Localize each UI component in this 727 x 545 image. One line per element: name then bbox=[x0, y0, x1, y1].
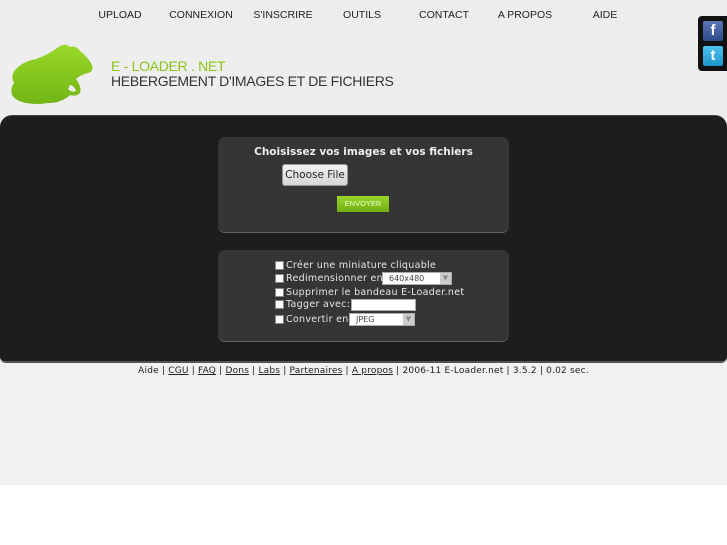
facebook-icon[interactable]: f bbox=[703, 21, 723, 41]
convert-label: Convertir en bbox=[286, 314, 349, 325]
option-resize: Redimensionner en bbox=[275, 273, 383, 284]
tag-input[interactable] bbox=[351, 299, 416, 311]
footer-link-partenaires[interactable]: Partenaires bbox=[290, 366, 343, 376]
nav-a-propos[interactable]: A PROPOS bbox=[498, 9, 552, 21]
convert-select-value: JPEG bbox=[356, 315, 375, 324]
footer-link-cgu[interactable]: CGU bbox=[168, 366, 188, 376]
twitter-icon[interactable]: t bbox=[703, 46, 723, 66]
chevron-down-icon: ▼ bbox=[403, 314, 414, 325]
thumbnail-checkbox[interactable] bbox=[275, 261, 284, 270]
footer-link-a-propos[interactable]: A propos bbox=[352, 366, 393, 376]
option-tag: Tagger avec: bbox=[275, 299, 350, 310]
convert-checkbox[interactable] bbox=[275, 315, 284, 324]
nav-sinscrire[interactable]: S'INSCRIRE bbox=[253, 9, 312, 21]
site-name: E - LOADER . NET bbox=[111, 58, 226, 74]
upload-panel: Choisissez vos images et vos fichiers Ch… bbox=[218, 137, 509, 233]
separator: | bbox=[342, 366, 352, 376]
footer: Aide | CGU | FAQ | Dons | Labs | Partena… bbox=[0, 366, 727, 376]
footer-info: 2006-11 E-Loader.net | 3.5.2 | 0.02 sec. bbox=[402, 366, 589, 376]
options-panel: Créer une miniature cliquable Redimensio… bbox=[218, 250, 509, 342]
convert-select[interactable]: JPEG ▼ bbox=[349, 313, 415, 326]
banner-label: Supprimer le bandeau E-Loader.net bbox=[286, 287, 465, 298]
footer-aide: Aide bbox=[138, 366, 159, 376]
tag-checkbox[interactable] bbox=[275, 300, 284, 309]
frog-logo-icon[interactable] bbox=[8, 43, 98, 106]
choose-file-button[interactable]: Choose File bbox=[282, 164, 348, 186]
resize-select-value: 640x480 bbox=[389, 274, 425, 283]
option-banner: Supprimer le bandeau E-Loader.net bbox=[275, 287, 464, 298]
thumbnail-label: Créer une miniature cliquable bbox=[286, 260, 437, 271]
nav-upload[interactable]: UPLOAD bbox=[98, 9, 141, 21]
upload-title: Choisissez vos images et vos fichiers bbox=[254, 146, 473, 158]
footer-link-faq[interactable]: FAQ bbox=[198, 366, 216, 376]
site-tagline: HEBERGEMENT D'IMAGES ET DE FICHIERS bbox=[111, 73, 394, 89]
social-bar: f t bbox=[698, 16, 727, 71]
option-convert: Convertir en bbox=[275, 314, 349, 325]
tag-label: Tagger avec: bbox=[286, 299, 351, 310]
nav-connexion[interactable]: CONNEXION bbox=[169, 9, 233, 21]
resize-checkbox[interactable] bbox=[275, 274, 284, 283]
separator: | bbox=[158, 366, 169, 376]
option-thumbnail: Créer une miniature cliquable bbox=[275, 260, 436, 271]
nav-outils[interactable]: OUTILS bbox=[343, 9, 381, 21]
separator: | bbox=[188, 366, 199, 376]
resize-label: Redimensionner en bbox=[286, 273, 383, 284]
resize-select[interactable]: 640x480 ▼ bbox=[382, 272, 452, 285]
banner-checkbox[interactable] bbox=[275, 288, 284, 297]
separator: | bbox=[280, 366, 290, 376]
nav-contact[interactable]: CONTACT bbox=[419, 9, 469, 21]
send-button[interactable]: ENVOYER bbox=[337, 196, 389, 212]
nav-aide[interactable]: AIDE bbox=[593, 9, 618, 21]
footer-link-dons[interactable]: Dons bbox=[225, 366, 249, 376]
footer-link-labs[interactable]: Labs bbox=[258, 366, 280, 376]
chevron-down-icon: ▼ bbox=[440, 273, 451, 284]
